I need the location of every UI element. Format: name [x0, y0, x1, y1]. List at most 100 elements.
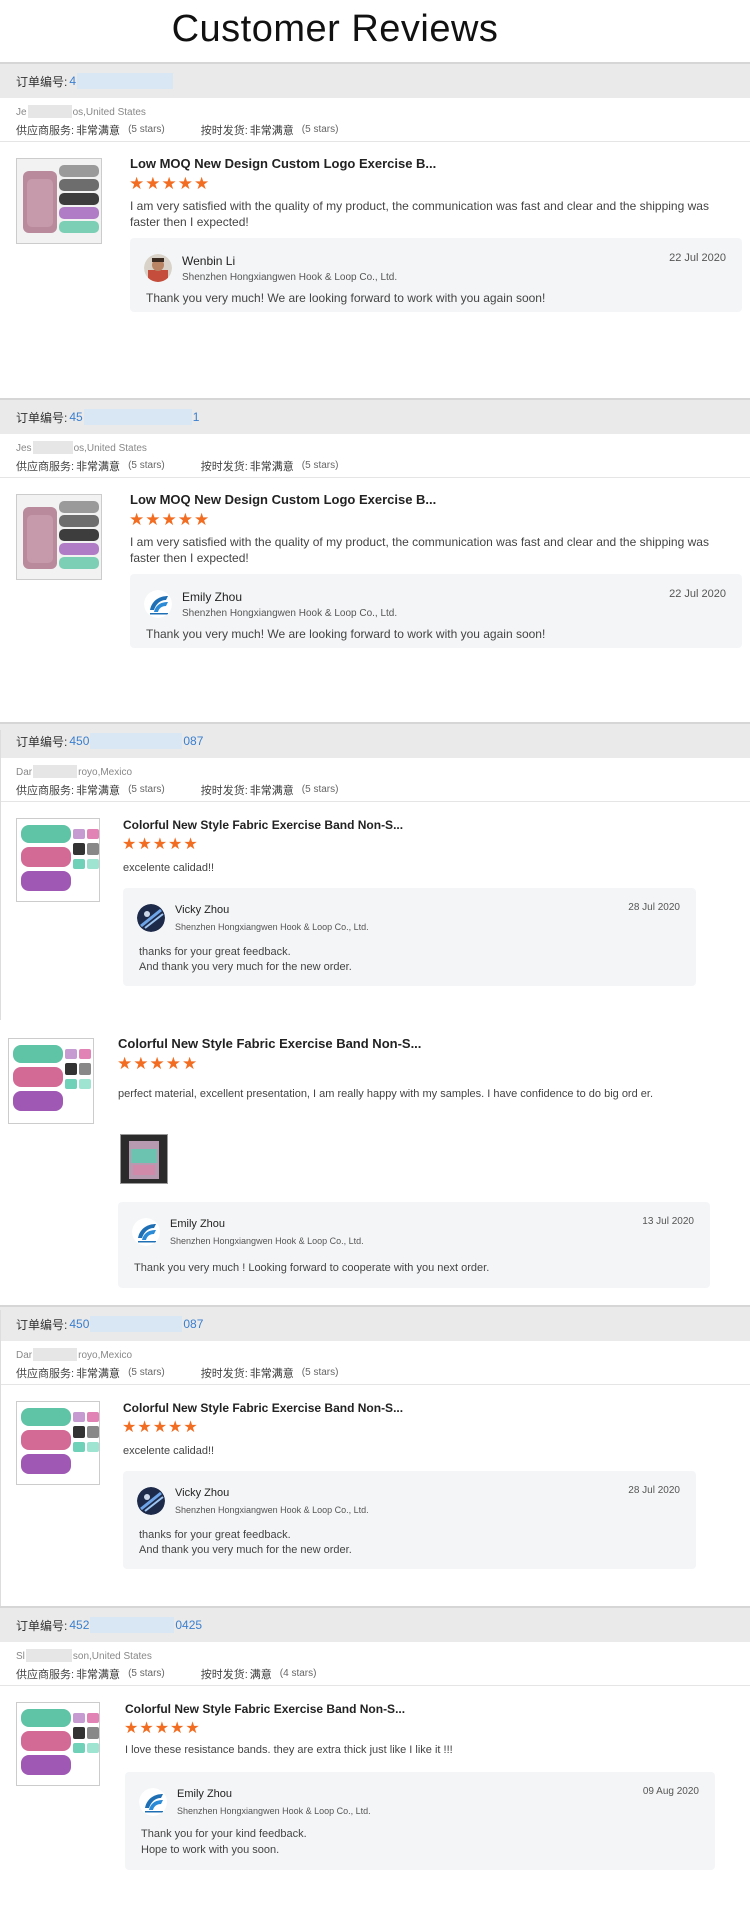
review-card: 订单编号: 452 0425 Sl son,United States 供应商服务:… [0, 1606, 750, 1912]
product-title-link[interactable]: Colorful New Style Fabric Exercise Band … [123, 818, 403, 832]
reply-company-name: Shenzhen Hongxiangwen Hook & Loop Co., L… [175, 922, 369, 932]
order-number-link[interactable]: 450 087 [69, 1316, 203, 1332]
reply-text: Thank you very much ! Looking forward to… [134, 1262, 490, 1274]
avatar [144, 254, 172, 282]
product-image[interactable] [16, 158, 102, 244]
reply-text: Thank you very much! We are looking forw… [146, 291, 546, 305]
reply-author-name: Wenbin Li [182, 254, 236, 268]
order-number-link[interactable]: 45 1 [69, 409, 199, 425]
on-time-delivery-stars: (5 stars) [301, 124, 339, 135]
buyer-location: Jes os,United States [16, 441, 147, 454]
buyer-location: Sl son,United States [16, 1649, 152, 1662]
product-image[interactable] [16, 818, 100, 902]
supplier-service-label: 供应商服务: [16, 784, 75, 797]
order-number-bar: 订单编号: 450 087 [0, 1305, 750, 1341]
on-time-delivery-label: 按时发货: [200, 1668, 248, 1681]
on-time-delivery-label: 按时发货: [200, 460, 248, 473]
reply-text-line: Hope to work with you soon. [141, 1844, 280, 1856]
reply-company-name: Shenzhen Hongxiangwen Hook & Loop Co., L… [182, 272, 398, 283]
order-number-label: 订单编号: [16, 74, 68, 89]
supplier-service-label: 供应商服务: [16, 460, 75, 473]
supplier-service-value: 非常满意 [76, 124, 121, 137]
supplier-reply: Emily Zhou Shenzhen Hongxiangwen Hook & … [130, 574, 742, 648]
order-number-link[interactable]: 4 [69, 73, 174, 89]
divider [0, 1310, 1, 1606]
reply-author-name: Vicky Zhou [175, 904, 230, 916]
order-number-bar: 订单编号: 452 0425 [0, 1606, 750, 1642]
star-rating: ★★★★★ [117, 1054, 199, 1073]
reply-date: 28 Jul 2020 [628, 902, 680, 913]
on-time-delivery-stars: (4 stars) [279, 1668, 317, 1679]
supplier-service-value: 非常满意 [76, 1367, 121, 1380]
reply-date: 22 Jul 2020 [669, 588, 726, 600]
reply-author-name: Emily Zhou [182, 590, 243, 604]
reply-text-line: thanks for your great feedback. [139, 1529, 291, 1541]
star-rating: ★★★★★ [124, 1720, 201, 1737]
reply-company-name: Shenzhen Hongxiangwen Hook & Loop Co., L… [170, 1236, 364, 1246]
buyer-location: Je os,United States [16, 105, 146, 118]
supplier-service-label: 供应商服务: [16, 124, 75, 137]
company-logo-icon [139, 1788, 167, 1816]
reply-company-name: Shenzhen Hongxiangwen Hook & Loop Co., L… [182, 608, 398, 619]
star-rating: ★★★★★ [129, 510, 211, 529]
order-number-bar: 订单编号: 450 087 [0, 722, 750, 758]
product-title-link[interactable]: Colorful New Style Fabric Exercise Band … [118, 1036, 421, 1051]
reply-date: 28 Jul 2020 [628, 1485, 680, 1496]
product-title-link[interactable]: Low MOQ New Design Custom Logo Exercise … [130, 492, 436, 507]
reply-text: Thank you very much! We are looking forw… [146, 627, 546, 641]
supplier-service-stars: (5 stars) [128, 784, 165, 795]
ratings-row: 供应商服务: 非常满意 (5 stars) 按时发货: 非常满意 (5 star… [0, 1361, 750, 1385]
reply-date: 22 Jul 2020 [669, 252, 726, 264]
review-text: excelente calidad!! [123, 1445, 215, 1457]
review-text: perfect material, excellent presentation… [118, 1088, 653, 1100]
order-number-label: 订单编号: [16, 1317, 68, 1332]
star-rating: ★★★★★ [129, 174, 211, 193]
review-text: I am very satisfied with the quality of … [130, 535, 709, 565]
product-image[interactable] [16, 1401, 100, 1485]
product-image[interactable] [8, 1038, 94, 1124]
product-image[interactable] [16, 494, 102, 580]
avatar [137, 1487, 165, 1515]
order-number-label: 订单编号: [16, 410, 68, 425]
ratings-row: 供应商服务: 非常满意 (5 stars) 按时发货: 非常满意 (5 star… [0, 778, 750, 802]
star-rating: ★★★★★ [122, 836, 199, 853]
reply-author-name: Emily Zhou [170, 1218, 226, 1230]
on-time-delivery-value: 非常满意 [249, 784, 294, 797]
supplier-service-stars: (5 stars) [128, 1367, 165, 1378]
reply-author-name: Emily Zhou [177, 1788, 233, 1800]
on-time-delivery-label: 按时发货: [200, 124, 248, 137]
company-logo-icon [144, 590, 172, 618]
supplier-service-stars: (5 stars) [128, 1668, 165, 1679]
order-number-link[interactable]: 452 0425 [69, 1617, 202, 1633]
product-title-link[interactable]: Colorful New Style Fabric Exercise Band … [123, 1401, 403, 1415]
company-logo-icon [132, 1218, 160, 1246]
ratings-row: 供应商服务: 非常满意 (5 stars) 按时发货: 满意 (4 stars) [0, 1662, 750, 1686]
review-card: 订单编号: 450 087 Dar royo,Mexico 供应商服务: 非常满意 … [0, 722, 750, 1016]
product-title-link[interactable]: Low MOQ New Design Custom Logo Exercise … [130, 156, 436, 171]
order-number-bar: 订单编号: 45 1 [0, 398, 750, 434]
supplier-service-stars: (5 stars) [128, 460, 165, 471]
supplier-service-label: 供应商服务: [16, 1668, 75, 1681]
on-time-delivery-value: 非常满意 [249, 460, 294, 473]
on-time-delivery-stars: (5 stars) [301, 1367, 339, 1378]
supplier-reply: Wenbin Li Shenzhen Hongxiangwen Hook & L… [130, 238, 742, 312]
review-photo[interactable] [120, 1134, 168, 1184]
ratings-row: 供应商服务: 非常满意 (5 stars) 按时发货: 非常满意 (5 star… [0, 118, 750, 142]
supplier-service-value: 非常满意 [76, 460, 121, 473]
buyer-location: Dar royo,Mexico [16, 765, 133, 778]
reply-date: 09 Aug 2020 [642, 1786, 699, 1797]
on-time-delivery-value: 非常满意 [249, 124, 294, 137]
supplier-service-label: 供应商服务: [16, 1367, 75, 1380]
order-number-label: 订单编号: [16, 1618, 68, 1633]
order-number-link[interactable]: 450 087 [69, 733, 203, 749]
product-image[interactable] [16, 1702, 100, 1786]
product-title-link[interactable]: Colorful New Style Fabric Exercise Band … [125, 1702, 405, 1716]
review-text: I love these resistance bands. they are … [125, 1744, 453, 1756]
page-title: Customer Reviews [171, 8, 499, 50]
order-number-bar: 订单编号: 4 [0, 62, 750, 98]
review-card: 订单编号: 450 087 Dar royo,Mexico 供应商服务: 非常满意 … [0, 1305, 750, 1599]
reply-text-line: Thank you for your kind feedback. [141, 1828, 307, 1840]
supplier-reply: Emily Zhou Shenzhen Hongxiangwen Hook & … [118, 1202, 710, 1288]
on-time-delivery-value: 满意 [249, 1668, 272, 1681]
ratings-row: 供应商服务: 非常满意 (5 stars) 按时发货: 非常满意 (5 star… [0, 454, 750, 478]
